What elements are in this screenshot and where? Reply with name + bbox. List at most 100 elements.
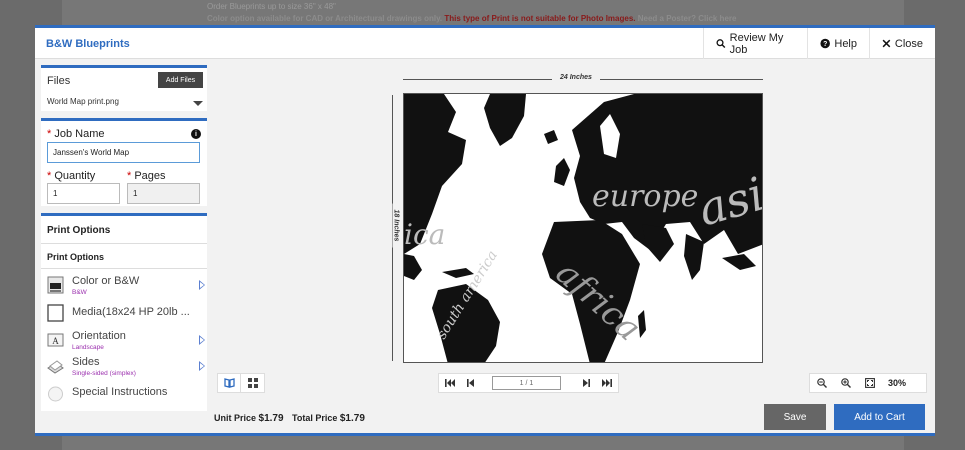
close-button[interactable]: Close: [869, 28, 935, 59]
page-input[interactable]: 1 / 1: [491, 376, 562, 390]
page-navigator: 1 / 1: [438, 373, 619, 393]
arrow-right-icon: [199, 335, 205, 345]
height-dimension-label: 18 Inches: [392, 203, 400, 248]
background-warning: Color option available for CAD or Archit…: [207, 14, 736, 23]
modal-footer: Unit Price $1.79 Total Price $1.79 Save …: [214, 401, 935, 433]
quantity-label: * Quantity: [47, 170, 95, 182]
files-label: Files: [47, 75, 71, 87]
background-note: Order Blueprints up to size 36" x 48": [207, 2, 336, 11]
info-icon[interactable]: i: [191, 129, 201, 139]
save-button[interactable]: Save: [764, 404, 826, 430]
first-page-icon: [444, 379, 455, 387]
add-files-button[interactable]: Add Files: [158, 72, 203, 88]
job-name-label: * Job Name: [47, 128, 104, 140]
pages-label: * Pages: [127, 170, 166, 182]
svg-text:A: A: [52, 336, 59, 346]
option-color[interactable]: Color or B&W B&W: [45, 273, 205, 299]
divider: [41, 243, 207, 244]
option-label: Sides: [72, 356, 100, 368]
option-label: Media(18x24 HP 20lb ...: [72, 306, 190, 318]
radio-circle-icon: [48, 386, 63, 402]
close-label: Close: [894, 37, 923, 50]
print-preview: 24 Inches 18 Inches europe asi africa ic…: [214, 59, 935, 399]
print-job-modal: B&W Blueprints Review My Job ? Help Clos…: [35, 25, 935, 436]
required-mark: *: [127, 170, 132, 182]
grid-view-button[interactable]: [241, 373, 265, 393]
book-icon: [223, 378, 235, 388]
svg-text:?: ?: [823, 41, 827, 48]
total-price-label: Total Price: [292, 413, 338, 423]
pages-label-text: Pages: [134, 170, 166, 182]
job-name-input[interactable]: Janssen's World Map: [47, 142, 200, 163]
help-icon: ?: [820, 38, 830, 49]
option-label: Special Instructions: [72, 386, 168, 398]
last-page-button[interactable]: [597, 374, 618, 392]
view-toggle: [217, 373, 265, 393]
single-view-button[interactable]: [217, 373, 241, 393]
quantity-input[interactable]: 1: [47, 183, 120, 204]
add-to-cart-button[interactable]: Add to Cart: [834, 404, 925, 430]
grid-icon: [247, 378, 258, 388]
chevron-down-icon: [193, 101, 203, 106]
help-button[interactable]: ? Help: [807, 28, 869, 59]
previous-page-button[interactable]: [460, 374, 481, 392]
option-value: B&W: [72, 289, 87, 296]
next-page-icon: [582, 379, 590, 387]
quantity-label-text: Quantity: [54, 170, 96, 182]
option-media[interactable]: Media(18x24 HP 20lb ...: [45, 301, 205, 327]
option-sides[interactable]: Sides Single-sided (simplex): [45, 354, 205, 380]
close-icon: [882, 39, 891, 48]
map-word-europe: europe: [592, 179, 698, 214]
last-page-icon: [602, 379, 613, 387]
zoom-out-icon: [817, 378, 827, 388]
divider: [41, 268, 207, 269]
orientation-icon: A: [47, 333, 64, 347]
required-mark: *: [47, 128, 52, 140]
option-value: Landscape: [72, 344, 104, 351]
next-page-button[interactable]: [575, 374, 596, 392]
option-label: Color or B&W: [72, 275, 140, 287]
unit-price-value: $1.79: [258, 413, 284, 424]
unit-price-label: Unit Price: [214, 413, 257, 423]
pages-input: 1: [127, 183, 200, 204]
zoom-out-button[interactable]: [810, 374, 834, 392]
print-options-heading: Print Options: [47, 225, 111, 236]
sides-icon: [47, 360, 64, 374]
first-page-button[interactable]: [439, 374, 460, 392]
unit-price: Unit Price $1.79: [214, 413, 284, 424]
background-warning-text: Color option available for CAD or Archit…: [207, 14, 443, 23]
background-warning-red: This type of Print is not suitable for P…: [444, 14, 636, 23]
zoom-in-icon: [841, 378, 851, 388]
preview-page[interactable]: europe asi africa ica south america: [403, 93, 763, 363]
poster-link[interactable]: Need a Poster? Click here: [638, 14, 737, 23]
modal-title: B&W Blueprints: [46, 38, 130, 50]
zoom-level: 30%: [888, 378, 907, 388]
world-map-image: europe asi africa ica south america: [404, 94, 762, 362]
previous-page-icon: [467, 379, 475, 387]
file-select[interactable]: World Map print.png: [47, 97, 203, 106]
required-mark: *: [47, 170, 52, 182]
total-price-value: $1.79: [339, 413, 365, 424]
zoom-in-button[interactable]: [834, 374, 858, 392]
width-dimension-label: 24 Inches: [552, 74, 600, 81]
fit-page-button[interactable]: [858, 374, 882, 392]
search-icon: [716, 39, 726, 49]
print-options-panel: Print Options Print Options Color or B&W…: [41, 213, 207, 411]
arrow-right-icon: [199, 361, 205, 371]
option-orientation[interactable]: A Orientation Landscape: [45, 328, 205, 354]
files-panel: Files Add Files World Map print.png: [41, 65, 207, 111]
arrow-right-icon: [199, 280, 205, 290]
help-label: Help: [834, 37, 857, 50]
review-job-label: Review My Job: [729, 31, 784, 56]
selected-file: World Map print.png: [47, 97, 119, 106]
option-label: Orientation: [72, 330, 126, 342]
option-special-instructions[interactable]: Special Instructions: [45, 382, 205, 408]
options-sidebar: Files Add Files World Map print.png * Jo…: [41, 65, 207, 411]
print-options-subheading: Print Options: [47, 252, 104, 262]
job-panel: * Job Name i Janssen's World Map * Quant…: [41, 118, 207, 206]
review-job-button[interactable]: Review My Job: [703, 28, 807, 59]
fit-page-icon: [865, 378, 875, 388]
map-word-america: ica: [404, 218, 445, 251]
option-value: Single-sided (simplex): [72, 370, 136, 377]
paper-icon: [47, 304, 64, 322]
